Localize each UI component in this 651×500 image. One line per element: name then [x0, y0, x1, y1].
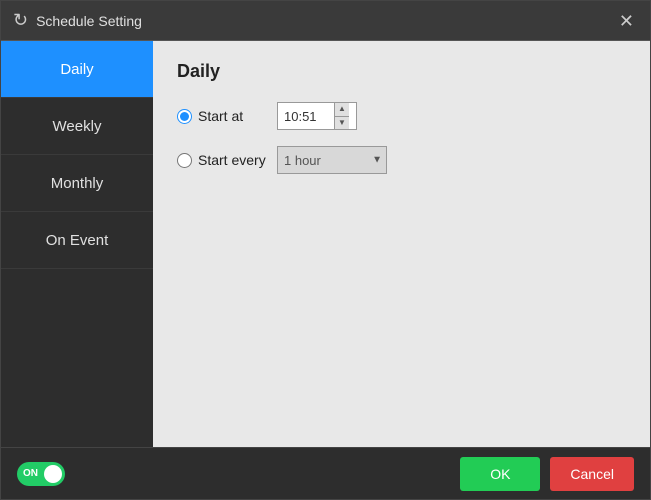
start-at-text: Start at [198, 108, 243, 124]
start-at-row: Start at ▲ ▼ [177, 102, 626, 130]
start-every-row: Start every 1 hour 2 hours 4 hours 6 hou… [177, 146, 626, 174]
time-input-wrapper: ▲ ▼ [277, 102, 357, 130]
sidebar-item-monthly[interactable]: Monthly [1, 155, 153, 212]
panel-title: Daily [177, 61, 626, 82]
sidebar-item-on-event-label: On Event [46, 232, 109, 249]
time-down-button[interactable]: ▼ [335, 117, 349, 130]
ok-button[interactable]: OK [460, 457, 540, 491]
toggle-container: ON [17, 462, 65, 486]
interval-select[interactable]: 1 hour 2 hours 4 hours 6 hours 12 hours [277, 146, 387, 174]
start-at-label[interactable]: Start at [177, 108, 267, 124]
interval-select-wrapper: 1 hour 2 hours 4 hours 6 hours 12 hours … [277, 146, 387, 174]
toggle-label: ON [23, 468, 38, 479]
start-every-radio[interactable] [177, 153, 192, 168]
time-input[interactable] [278, 103, 334, 129]
start-every-label[interactable]: Start every [177, 152, 267, 168]
bottom-bar: ON OK Cancel [1, 447, 650, 499]
dialog-title: Schedule Setting [36, 13, 615, 29]
start-every-text: Start every [198, 152, 266, 168]
cancel-button[interactable]: Cancel [550, 457, 634, 491]
toggle-knob [44, 465, 62, 483]
sidebar-item-daily-label: Daily [60, 61, 93, 78]
sidebar: Daily Weekly Monthly On Event [1, 41, 153, 447]
sidebar-item-weekly-label: Weekly [53, 118, 102, 135]
sidebar-item-daily[interactable]: Daily [1, 41, 153, 98]
on-off-toggle[interactable]: ON [17, 462, 65, 486]
content-area: Daily Weekly Monthly On Event Daily Star… [1, 41, 650, 447]
close-button[interactable]: ✕ [615, 10, 638, 32]
time-up-button[interactable]: ▲ [335, 103, 349, 117]
spin-buttons: ▲ ▼ [334, 103, 349, 129]
sidebar-item-monthly-label: Monthly [51, 175, 104, 192]
sidebar-item-on-event[interactable]: On Event [1, 212, 153, 269]
title-bar: ↻ Schedule Setting ✕ [1, 1, 650, 41]
sidebar-item-weekly[interactable]: Weekly [1, 98, 153, 155]
main-panel: Daily Start at ▲ ▼ [153, 41, 650, 447]
start-at-radio[interactable] [177, 109, 192, 124]
schedule-dialog: ↻ Schedule Setting ✕ Daily Weekly Monthl… [0, 0, 651, 500]
refresh-icon: ↻ [13, 10, 28, 31]
